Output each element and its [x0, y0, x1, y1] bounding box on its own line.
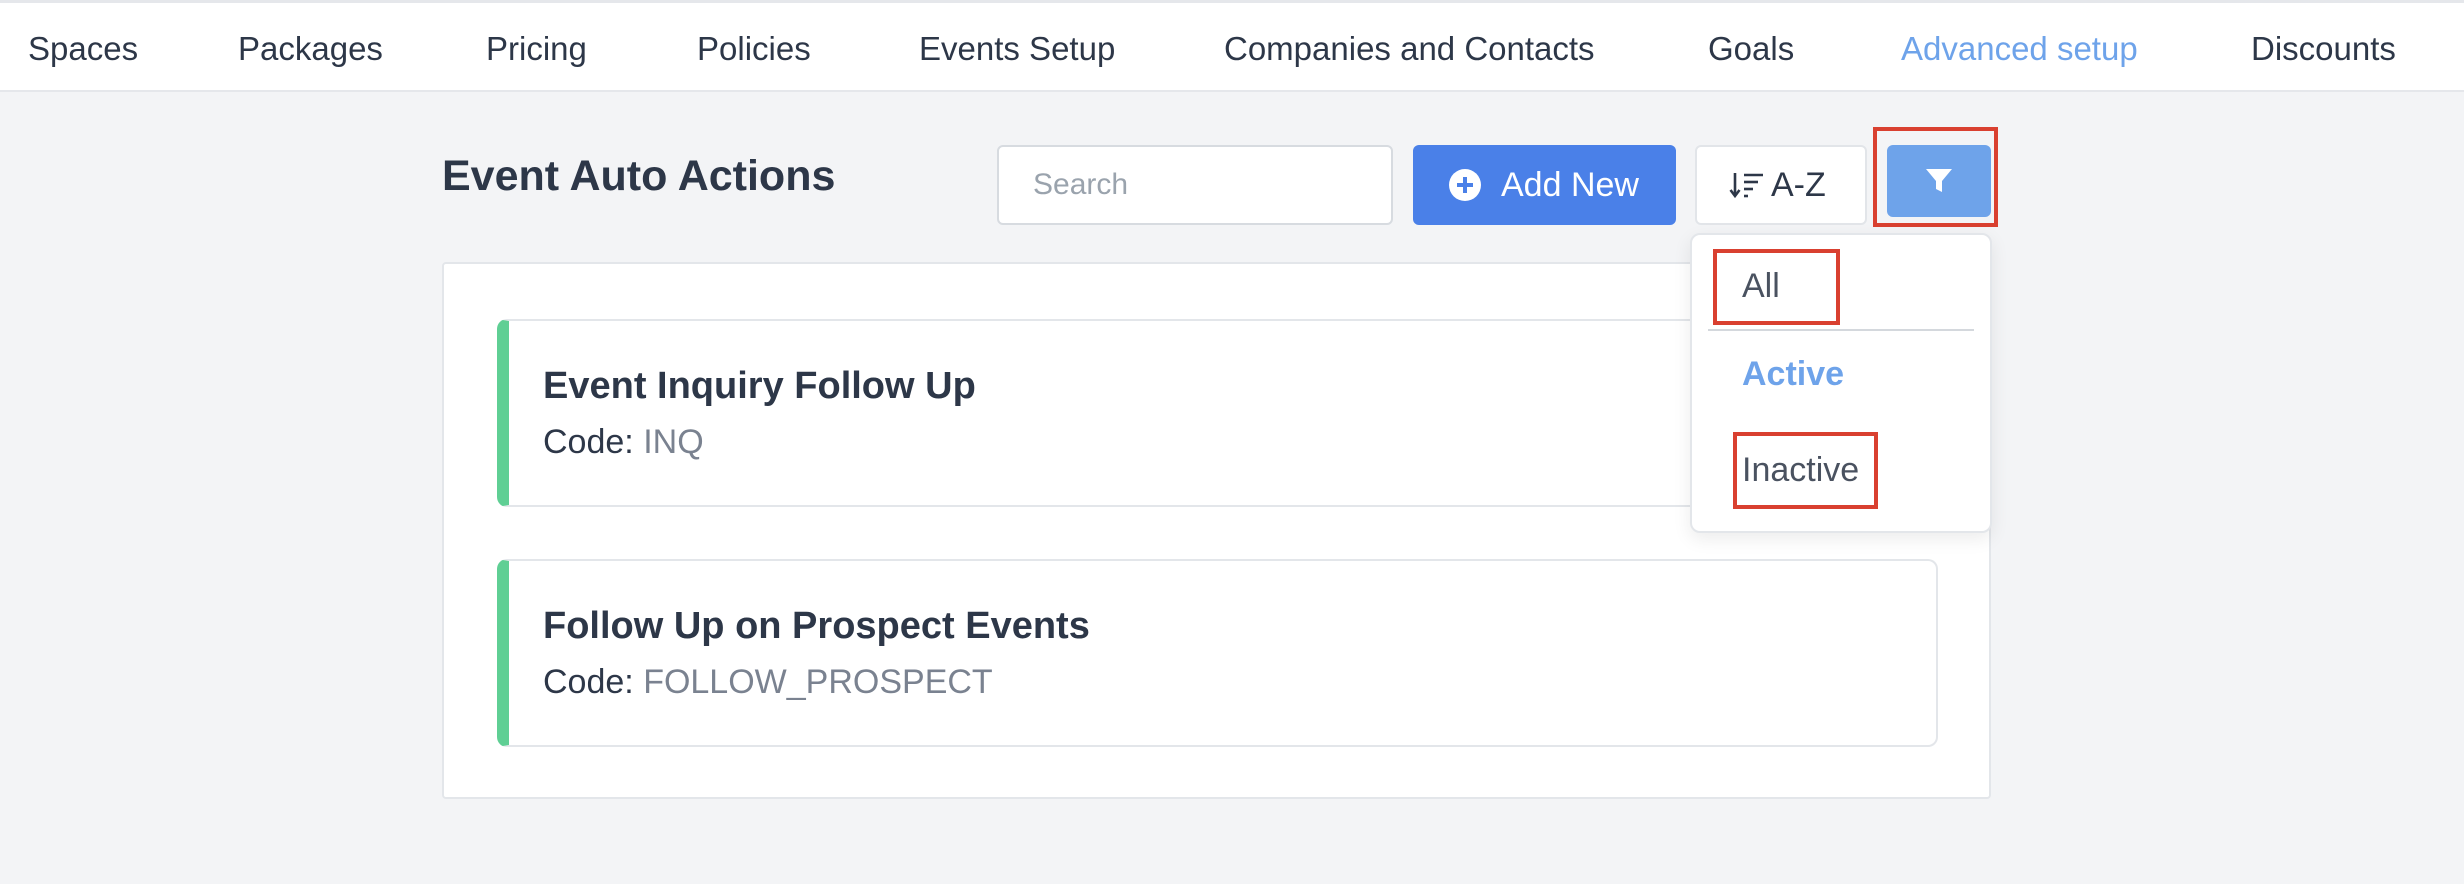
sort-az-button[interactable]: A-Z: [1695, 145, 1867, 225]
action-card-code: Code: FOLLOW_PROSPECT: [543, 661, 993, 703]
filter-option-inactive[interactable]: Inactive: [1742, 449, 1859, 491]
action-card[interactable]: Follow Up on Prospect Events Code: FOLLO…: [497, 559, 1938, 747]
nav-item-companies-and-contacts[interactable]: Companies and Contacts: [1224, 29, 1595, 69]
menu-divider: [1708, 329, 1974, 331]
nav-item-events-setup[interactable]: Events Setup: [919, 29, 1115, 69]
add-new-label: Add New: [1501, 165, 1639, 204]
filter-dropdown-menu: All Active Inactive: [1690, 233, 1992, 533]
code-label: Code:: [543, 423, 634, 461]
search-input[interactable]: [997, 145, 1393, 225]
add-new-button[interactable]: Add New: [1413, 145, 1676, 225]
sort-descending-icon: [1729, 173, 1763, 199]
filter-option-active[interactable]: Active: [1742, 353, 1844, 395]
action-card-title: Event Inquiry Follow Up: [543, 365, 976, 407]
code-value: FOLLOW_PROSPECT: [643, 663, 993, 701]
nav-item-advanced-setup[interactable]: Advanced setup: [1901, 29, 2138, 69]
plus-circle-icon: [1449, 169, 1481, 201]
filter-button[interactable]: [1887, 145, 1991, 217]
filter-option-all[interactable]: All: [1742, 265, 1780, 307]
nav-item-pricing[interactable]: Pricing: [486, 29, 587, 69]
code-label: Code:: [543, 663, 634, 701]
nav-item-discounts[interactable]: Discounts: [2251, 29, 2396, 69]
action-card-code: Code: INQ: [543, 421, 704, 463]
action-card-title: Follow Up on Prospect Events: [543, 605, 1090, 647]
sort-label: A-Z: [1771, 165, 1826, 204]
funnel-icon: [1926, 169, 1952, 192]
nav-item-packages[interactable]: Packages: [238, 29, 383, 69]
page-title: Event Auto Actions: [442, 152, 836, 200]
nav-item-spaces[interactable]: Spaces: [28, 29, 138, 69]
nav-item-goals[interactable]: Goals: [1708, 29, 1794, 69]
code-value: INQ: [643, 423, 704, 461]
nav-item-policies[interactable]: Policies: [697, 29, 811, 69]
top-navigation: Spaces Packages Pricing Policies Events …: [0, 0, 2464, 92]
